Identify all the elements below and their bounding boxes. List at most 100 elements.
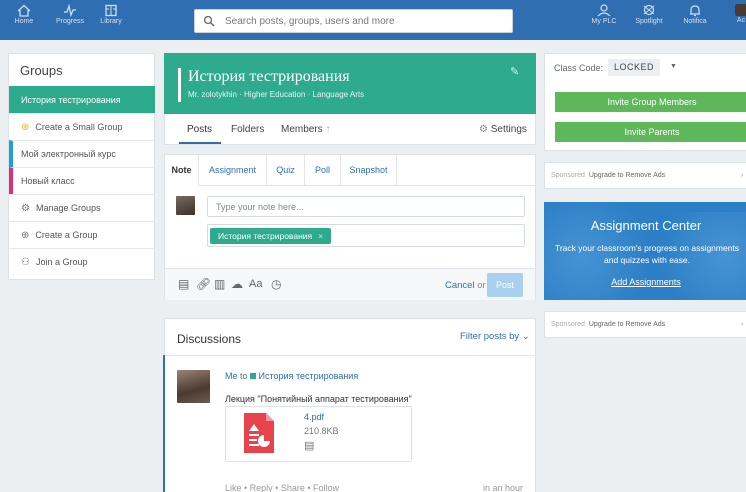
tab-settings[interactable]: ⚙ Settings xyxy=(479,124,527,135)
post-author[interactable]: Me xyxy=(225,371,238,381)
nav-my-plc-label: My PLC xyxy=(591,18,617,25)
sidebar-item-label: Новый класс xyxy=(21,176,75,186)
composer-tabs: Note Assignment Quiz Poll Snapshot xyxy=(165,155,535,186)
tab-note[interactable]: Note xyxy=(165,155,199,186)
sidebar-item-label: История тестрирования xyxy=(21,94,121,105)
nav-progress-label: Progress xyxy=(55,18,84,25)
sidebar-item-label: Create a Small Group xyxy=(35,122,123,132)
discussions-title: Discussions xyxy=(177,332,242,346)
post-group-link[interactable]: История тестрирования xyxy=(259,371,359,381)
assignment-center-banner: Assignment Center Track your classroom's… xyxy=(544,202,746,300)
sidebar-title: Groups xyxy=(20,63,63,78)
invite-members-button[interactable]: Invite Group Members xyxy=(555,92,746,112)
group-color-square xyxy=(249,373,256,379)
tab-folders[interactable]: Folders xyxy=(231,124,264,135)
class-code-value[interactable]: LOCKED xyxy=(608,59,661,76)
caret-down-icon[interactable]: ▼ xyxy=(670,63,677,70)
post-composer: Note Assignment Quiz Poll Snapshot Истор… xyxy=(164,154,536,300)
nav-account-label: Ac xyxy=(736,17,746,24)
sidebar-item-label: Manage Groups xyxy=(35,203,101,213)
members-count-arrow: ↑ xyxy=(325,124,331,135)
document-icon[interactable]: ▤ xyxy=(304,439,314,452)
nav-notifications[interactable]: Notifica xyxy=(675,4,715,25)
upgrade-link[interactable]: Upgrade to Remove Ads xyxy=(589,321,665,328)
tab-quiz[interactable]: Quiz xyxy=(267,155,305,186)
nav-spotlight-label: Spotlight xyxy=(635,18,663,25)
chevron-right-icon: › xyxy=(741,172,744,179)
sidebar-item-label: Create a Group xyxy=(35,230,98,240)
progress-icon xyxy=(64,4,76,17)
sponsored-bar: Sponsored Upgrade to Remove Ads › xyxy=(544,311,746,338)
post-button[interactable]: Post xyxy=(487,273,523,297)
pencil-icon[interactable]: ✎ xyxy=(510,65,519,78)
avatar xyxy=(176,196,195,215)
nav-home[interactable]: Home xyxy=(4,4,44,25)
text-format-icon[interactable]: Aa xyxy=(249,278,262,290)
sidebar-item-manage-groups[interactable]: ⚙ Manage Groups xyxy=(9,194,155,221)
class-code-panel: Class Code: LOCKED ▼ Invite Group Member… xyxy=(544,53,746,151)
nav-my-plc[interactable]: My PLC xyxy=(584,4,624,25)
tab-poll[interactable]: Poll xyxy=(305,155,341,186)
avatar[interactable] xyxy=(177,370,210,403)
group-header: История тестрирования Mr. zolotykhin · H… xyxy=(164,53,536,114)
filter-posts-dropdown[interactable]: Filter posts by ⌄ xyxy=(460,331,530,342)
sidebar-item-create-group[interactable]: ⊕ Create a Group xyxy=(9,221,155,248)
sponsored-bar: Sponsored Upgrade to Remove Ads › xyxy=(544,162,746,189)
note-input[interactable] xyxy=(207,196,525,217)
avatar xyxy=(735,4,746,16)
drive-icon[interactable]: ☁ xyxy=(231,277,243,291)
tab-members[interactable]: Members ↑ xyxy=(281,124,330,135)
tab-posts[interactable]: Posts xyxy=(187,124,212,135)
search-input[interactable] xyxy=(225,13,505,29)
top-navigation-bar: Home Progress Library My PLC Spotlight N… xyxy=(0,0,746,40)
add-assignments-link[interactable]: Add Assignments xyxy=(544,277,746,287)
plc-icon xyxy=(597,4,611,17)
bell-icon xyxy=(690,5,700,17)
attachment-name[interactable]: 4.pdf xyxy=(304,412,324,422)
sidebar-item-active-group[interactable]: История тестрирования xyxy=(9,86,155,113)
attachment-card[interactable]: 4.pdf 210.8KB ▤ xyxy=(225,406,412,462)
users-icon: ⚇ xyxy=(21,256,30,268)
sidebar-item-label: Join a Group xyxy=(35,257,88,267)
sidebar-item-join-group[interactable]: ⚇ Join a Group xyxy=(9,248,155,275)
close-icon[interactable]: × xyxy=(318,231,323,241)
nav-spotlight[interactable]: Spotlight xyxy=(629,4,669,25)
banner-text: Track your classroom's progress on assig… xyxy=(554,243,740,265)
plus-circle-icon: ⊕ xyxy=(21,229,30,241)
invite-parents-button[interactable]: Invite Parents xyxy=(555,122,746,142)
group-title: История тестрирования xyxy=(188,68,350,85)
recipient-chip[interactable]: История тестрирования × xyxy=(210,228,332,244)
active-tab-underline xyxy=(179,142,221,144)
upgrade-link[interactable]: Upgrade to Remove Ads xyxy=(589,172,665,179)
nav-account[interactable]: Ac xyxy=(721,4,746,24)
group-subtitle: Mr. zolotykhin · Higher Education · Lang… xyxy=(188,90,365,99)
post-to-text: to xyxy=(240,371,248,381)
sidebar-item-create-small-group[interactable]: ⊕ Create a Small Group xyxy=(9,113,155,140)
chevron-right-icon: › xyxy=(741,321,744,328)
banner-title: Assignment Center xyxy=(590,218,702,233)
search-icon xyxy=(203,15,215,27)
nav-library[interactable]: Library xyxy=(91,4,131,25)
sidebar-item-new-class[interactable]: Новый класс xyxy=(9,167,155,194)
tab-snapshot[interactable]: Snapshot xyxy=(341,155,397,186)
attach-file-icon[interactable]: ▤ xyxy=(178,277,189,291)
tab-assignment[interactable]: Assignment xyxy=(199,155,267,186)
sponsored-label: Sponsored xyxy=(551,321,585,328)
library-icon xyxy=(105,4,117,17)
attachment-size: 210.8KB xyxy=(304,426,339,436)
post-timestamp: in an hour xyxy=(483,483,524,492)
nav-notifications-label: Notifica xyxy=(683,18,707,25)
list-item: Me to История тестрирования Лекция "Понят… xyxy=(163,355,535,492)
link-icon[interactable]: 🔗︎ xyxy=(196,277,211,291)
recipient-chip-label: История тестрирования xyxy=(218,231,313,241)
recipient-field[interactable]: История тестрирования × xyxy=(207,224,525,247)
gear-icon: ⚙ xyxy=(21,202,30,214)
search-box[interactable] xyxy=(194,9,513,33)
library-icon[interactable]: ▥ xyxy=(214,277,225,291)
sidebar-item-course[interactable]: Мой электронный курс xyxy=(9,140,155,167)
cancel-link[interactable]: Cancel or xyxy=(445,280,486,291)
nav-progress[interactable]: Progress xyxy=(50,4,90,25)
post-actions[interactable]: Like • Reply • Share • Follow xyxy=(225,483,339,492)
clock-icon[interactable]: ◷ xyxy=(271,277,281,291)
groups-sidebar: Groups История тестрирования ⊕ Create a … xyxy=(8,53,155,280)
